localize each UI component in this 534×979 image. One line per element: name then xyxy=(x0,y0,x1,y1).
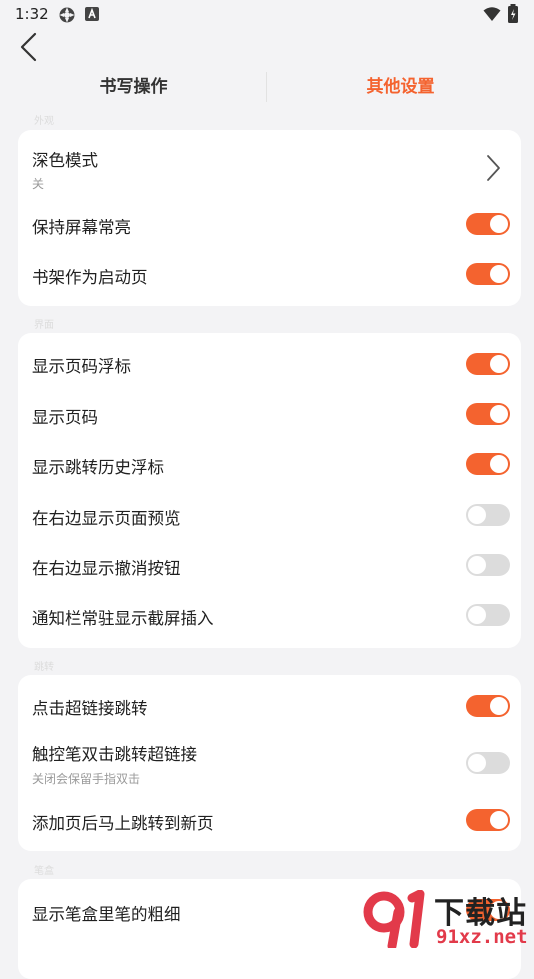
section-label-appearance: 外观 xyxy=(34,116,54,127)
tab-writing-operations[interactable]: 书写操作 xyxy=(0,68,267,106)
row-label: 在右边显示撤消按钮 xyxy=(32,559,181,578)
wifi-icon xyxy=(483,7,501,21)
chevron-left-icon xyxy=(20,32,37,62)
section-label-navigation: 跳转 xyxy=(34,662,54,673)
back-button[interactable] xyxy=(14,30,48,64)
toggle-switch[interactable] xyxy=(466,809,510,831)
row-label: 显示笔盒里笔的粗细 xyxy=(32,905,181,924)
toggle-switch[interactable] xyxy=(466,604,510,626)
toggle-switch[interactable] xyxy=(466,353,510,375)
row-tap-hyperlink[interactable]: 点击超链接跳转 xyxy=(18,681,521,731)
row-jump-new-page[interactable]: 添加页后马上跳转到新页 xyxy=(18,795,521,845)
row-label: 保持屏幕常亮 xyxy=(32,218,131,237)
toggle-switch[interactable] xyxy=(466,403,510,425)
91-logo-icon xyxy=(363,890,425,948)
section-label-interface: 界面 xyxy=(34,320,54,331)
toggle-switch[interactable] xyxy=(466,453,510,475)
watermark: 下载站 91xz.net xyxy=(362,888,534,950)
row-label: 通知栏常驻显示截屏插入 xyxy=(32,609,214,628)
row-label: 触控笔双击跳转超链接 xyxy=(32,745,197,764)
chevron-right-icon xyxy=(487,155,500,181)
toggle-switch[interactable] xyxy=(466,695,510,717)
row-show-history-float[interactable]: 显示跳转历史浮标 xyxy=(18,440,521,490)
toggle-switch[interactable] xyxy=(466,504,510,526)
row-keep-screen-on[interactable]: 保持屏幕常亮 xyxy=(18,200,521,250)
section-label-penbox: 笔盒 xyxy=(34,866,54,877)
row-right-undo-button[interactable]: 在右边显示撤消按钮 xyxy=(18,541,521,591)
sync-icon xyxy=(59,7,75,23)
a-badge-icon xyxy=(85,7,99,21)
row-label: 显示页码 xyxy=(32,408,98,427)
row-label: 显示页码浮标 xyxy=(32,357,131,376)
toggle-switch[interactable] xyxy=(466,752,510,774)
tab-other-settings[interactable]: 其他设置 xyxy=(267,68,534,106)
settings-card-navigation: 点击超链接跳转 触控笔双击跳转超链接 关闭会保留手指双击 添加页后马上跳转到新页 xyxy=(18,675,521,851)
status-time: 1:32 xyxy=(15,5,49,23)
tab-bar: 书写操作 其他设置 xyxy=(0,68,534,106)
status-bar: 1:32 xyxy=(0,0,534,28)
row-label: 点击超链接跳转 xyxy=(32,699,148,718)
row-label: 书架作为启动页 xyxy=(32,268,148,287)
row-label: 在右边显示页面预览 xyxy=(32,509,181,528)
row-label: 添加页后马上跳转到新页 xyxy=(32,814,214,833)
row-sublabel: 关闭会保留手指双击 xyxy=(32,772,141,786)
row-label: 显示跳转历史浮标 xyxy=(32,458,164,477)
toggle-switch[interactable] xyxy=(466,263,510,285)
toggle-switch[interactable] xyxy=(466,554,510,576)
row-notification-screenshot[interactable]: 通知栏常驻显示截屏插入 xyxy=(18,591,521,641)
battery-icon xyxy=(508,4,518,23)
row-right-page-preview[interactable]: 在右边显示页面预览 xyxy=(18,491,521,541)
row-label: 深色模式 xyxy=(32,151,98,170)
row-show-page-float[interactable]: 显示页码浮标 xyxy=(18,339,521,389)
row-sublabel: 关 xyxy=(32,177,45,191)
watermark-url: 91xz.net xyxy=(436,926,528,948)
row-dark-mode[interactable]: 深色模式 关 xyxy=(18,130,521,191)
row-show-page-number[interactable]: 显示页码 xyxy=(18,390,521,440)
settings-card-appearance: 深色模式 关 保持屏幕常亮 书架作为启动页 xyxy=(18,130,521,306)
row-stylus-double-tap[interactable]: 触控笔双击跳转超链接 关闭会保留手指双击 xyxy=(18,733,521,795)
row-bookshelf-as-start[interactable]: 书架作为启动页 xyxy=(18,250,521,300)
toggle-switch[interactable] xyxy=(466,213,510,235)
settings-card-interface: 显示页码浮标 显示页码 显示跳转历史浮标 在右边显示页面预览 在右边显示撤消按钮… xyxy=(18,333,521,648)
